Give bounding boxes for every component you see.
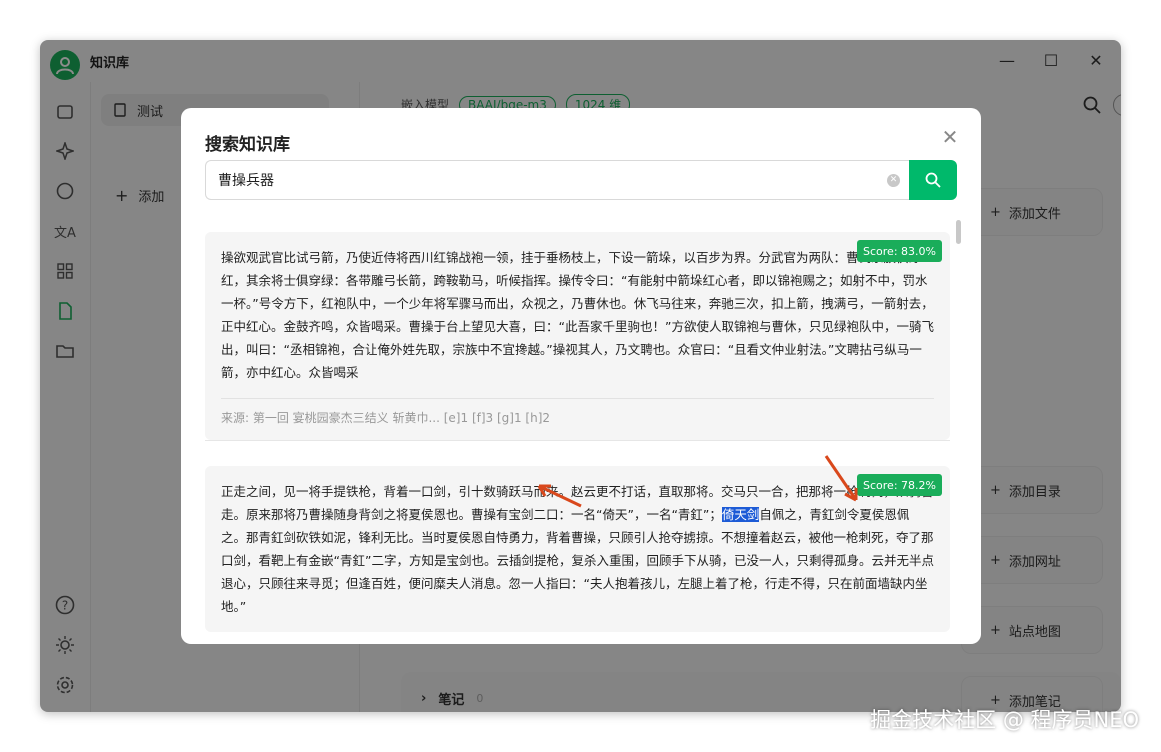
- annotation-arrows: [537, 455, 858, 508]
- watermark: 掘金技术社区 @ 程序员NEO: [870, 708, 1139, 732]
- search-modal: 搜索知识库 ✕ 曹操兵器 ✕ Score: 83.0% 操欲观武官比试弓箭，乃使…: [181, 108, 981, 644]
